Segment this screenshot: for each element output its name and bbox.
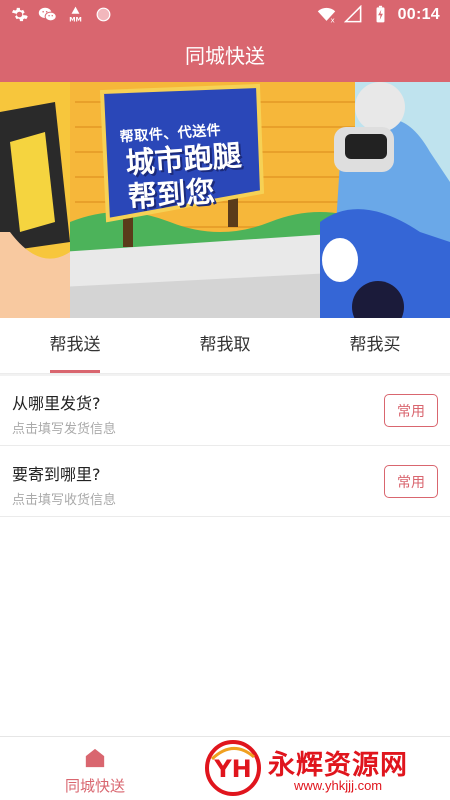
receiver-hint: 点击填写收货信息 — [12, 493, 117, 508]
wifi-icon: x — [317, 7, 335, 24]
sender-address-row[interactable]: 从哪里发货? 点击填写发货信息 常用 — [0, 376, 450, 446]
promo-banner[interactable]: 帮取件、代送件 城市跑腿 帮到您 — [0, 82, 450, 318]
record-icon — [96, 7, 111, 22]
receiver-frequent-button[interactable]: 常用 — [384, 465, 438, 498]
watermark-title: 永辉资源网 — [268, 750, 408, 781]
battery-charging-icon — [376, 5, 385, 23]
sender-frequent-button[interactable]: 常用 — [384, 394, 438, 427]
signal-icon — [343, 5, 361, 23]
nav-item-city-express[interactable]: 同城快送 — [0, 737, 190, 800]
sender-title: 从哪里发货? — [12, 394, 101, 413]
tab-buy-for-me[interactable]: 帮我买 — [300, 318, 450, 373]
mm-icon-text: MM — [69, 17, 82, 24]
mm-icon: MM — [69, 6, 82, 24]
wechat-icon — [38, 7, 57, 22]
app-bar-title: 同城快送 — [0, 30, 450, 82]
nav-label-city-express: 同城快送 — [64, 777, 125, 795]
watermark-url: www.yhkjjj.com — [294, 778, 383, 793]
svg-text:x: x — [330, 15, 334, 24]
banner-headline: 帮取件、代送件 城市跑腿 帮到您 — [109, 117, 265, 215]
gear-icon — [11, 7, 28, 22]
service-tabs: 帮我送 帮我取 帮我买 — [0, 318, 450, 374]
receiver-title: 要寄到哪里? — [12, 465, 101, 484]
watermark-logo-text: YH — [213, 755, 251, 783]
home-icon — [85, 748, 105, 768]
status-left-icons: MM — [10, 5, 113, 24]
tab-send-for-me[interactable]: 帮我送 — [0, 318, 150, 373]
tab-pick-up-for-me[interactable]: 帮我取 — [150, 318, 300, 373]
sender-hint: 点击填写发货信息 — [12, 422, 117, 437]
status-time: 00:14 — [397, 5, 440, 23]
watermark: YH 永辉资源网 www.yhkjjj.com — [204, 739, 440, 797]
watermark-logo: YH — [205, 740, 261, 796]
status-bar: MM x 00:14 — [0, 0, 450, 30]
receiver-address-row[interactable]: 要寄到哪里? 点击填写收货信息 常用 — [0, 447, 450, 517]
status-right-icons: x 00:14 — [317, 5, 440, 24]
